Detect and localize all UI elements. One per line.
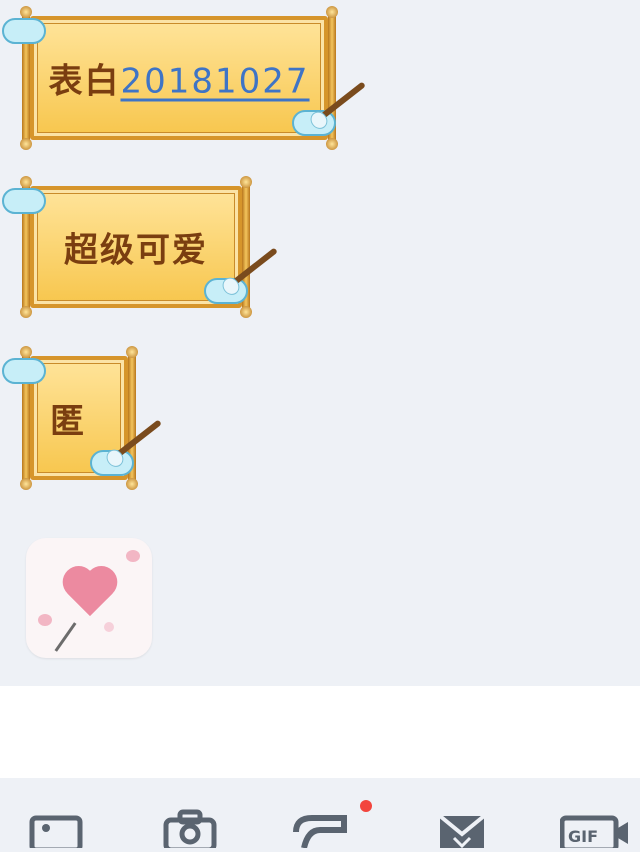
cloud-decoration (2, 18, 46, 44)
message-prefix: 表白 (48, 61, 121, 102)
scroll-knob (240, 176, 252, 188)
small-heart-icon (38, 614, 52, 626)
envelope-icon (438, 814, 486, 850)
scroll-knob (126, 346, 138, 358)
scroll-knob (126, 478, 138, 490)
cloud-decoration (2, 358, 46, 384)
chat-area[interactable]: 表白20181027 超级可爱 匿 (0, 0, 640, 686)
red-packet-button[interactable] (292, 800, 372, 849)
message-input[interactable] (0, 686, 640, 778)
input-toolbar: GIF (0, 778, 640, 852)
red-packet-icon (293, 815, 347, 849)
scroll-knob (20, 478, 32, 490)
heart-icon (60, 568, 120, 622)
gif-button[interactable]: GIF (559, 804, 630, 852)
balloon-string (54, 622, 77, 652)
gif-label: GIF (568, 827, 598, 846)
camera-icon (163, 809, 217, 852)
scroll-knob (240, 306, 252, 318)
image-icon (29, 815, 83, 852)
scroll-knob (326, 138, 338, 150)
notification-badge (360, 800, 372, 812)
scroll-knob (326, 6, 338, 18)
message-bubble-2[interactable]: 超级可爱 (2, 176, 278, 318)
image-button[interactable] (28, 804, 84, 852)
message-text: 匿 (50, 401, 86, 442)
cloud-decoration (2, 188, 46, 214)
scroll-knob (20, 138, 32, 150)
small-heart-icon (126, 550, 140, 562)
scroll-knob (20, 306, 32, 318)
heart-balloon-sticker[interactable] (26, 538, 152, 658)
small-heart-icon (104, 622, 114, 632)
scroll-body: 表白20181027 (30, 16, 328, 140)
envelope-button[interactable] (434, 804, 490, 850)
message-bubble-3[interactable]: 匿 (2, 346, 162, 490)
message-text: 超级可爱 (64, 230, 208, 271)
message-bubble-1[interactable]: 表白20181027 (2, 6, 366, 150)
date-link[interactable]: 20181027 (120, 62, 309, 102)
gif-icon: GIF (559, 815, 628, 852)
camera-button[interactable] (162, 804, 218, 852)
message-text: 表白20181027 (34, 54, 324, 103)
